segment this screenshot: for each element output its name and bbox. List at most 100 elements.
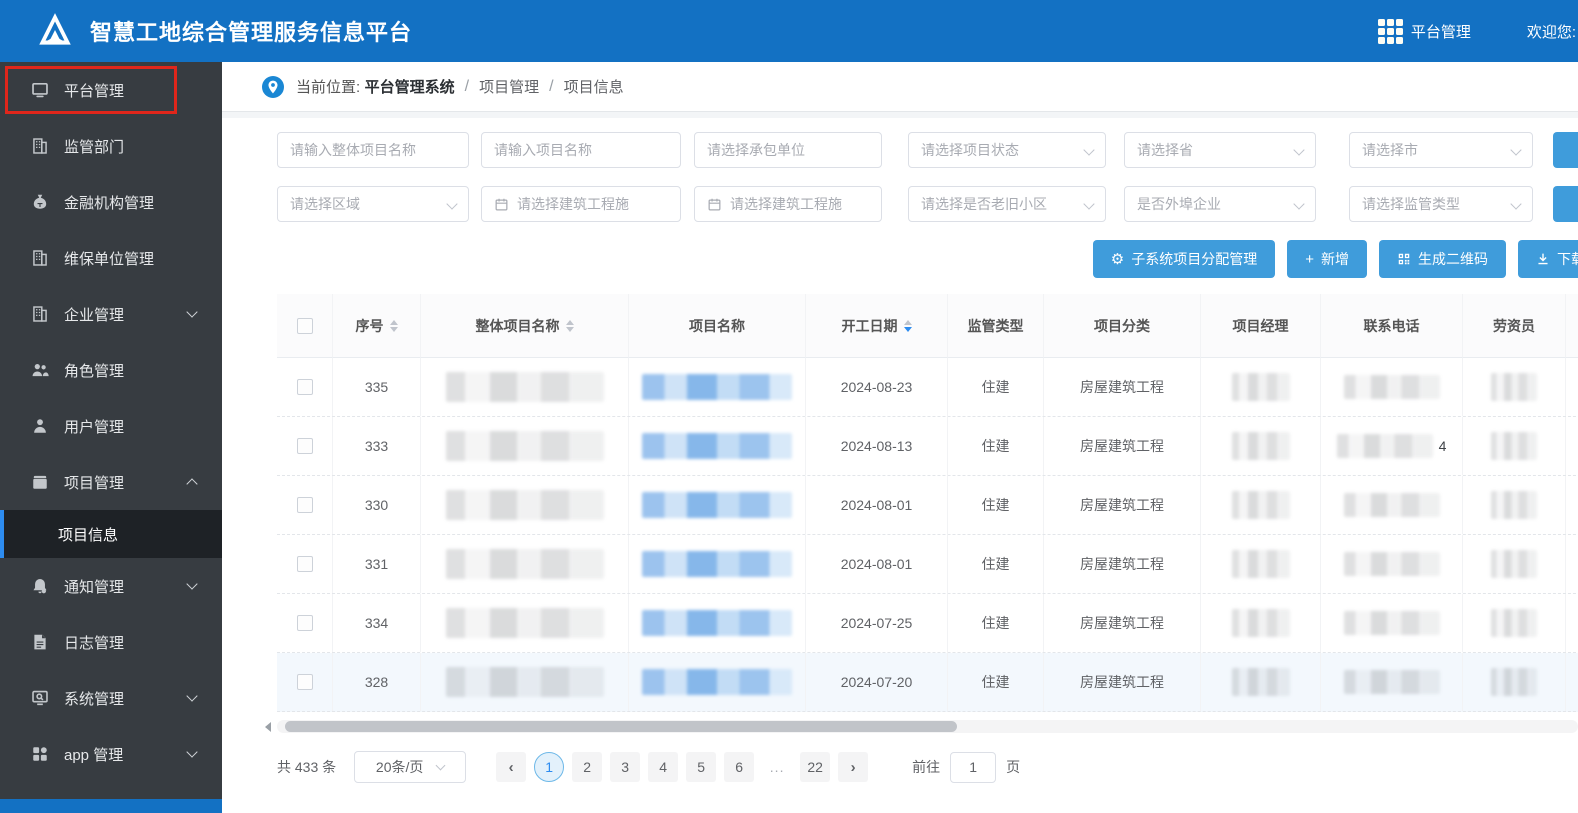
- cell-3-7: [1201, 535, 1321, 593]
- page-22-button[interactable]: 22: [800, 752, 831, 782]
- sidebar-item-label: 企业管理: [64, 306, 125, 324]
- goto-page-input[interactable]: [950, 751, 997, 783]
- category-cell: 房屋建筑工程: [1080, 438, 1164, 454]
- search-button[interactable]: [1553, 132, 1578, 168]
- sidebar-item-1[interactable]: 监管部门: [0, 118, 222, 174]
- cell-0-10: [1566, 358, 1578, 416]
- row-checkbox[interactable]: [296, 556, 313, 572]
- sidebar-bottom-strip: [0, 799, 222, 813]
- cell-1-3[interactable]: [629, 417, 806, 475]
- redacted-text: [1231, 609, 1290, 637]
- page-3-button[interactable]: 3: [610, 752, 641, 782]
- system-icon: [30, 688, 50, 708]
- header-nav-platform[interactable]: 平台管理: [1377, 18, 1471, 44]
- project-name-input[interactable]: [494, 142, 668, 158]
- contractor-select[interactable]: [707, 142, 869, 158]
- reset-button[interactable]: [1553, 186, 1578, 222]
- sidebar-subitem-7-0[interactable]: 项目信息: [0, 510, 222, 558]
- cell-4-7: [1201, 594, 1321, 652]
- cell-3-3[interactable]: [629, 535, 806, 593]
- sidebar-item-10[interactable]: 系统管理: [0, 670, 222, 726]
- scroll-left-arrow-icon[interactable]: [265, 722, 271, 732]
- page-2-button[interactable]: 2: [572, 752, 603, 782]
- city-select[interactable]: 请选择市: [1349, 132, 1533, 168]
- row-checkbox[interactable]: [296, 438, 313, 454]
- sort-icons[interactable]: [903, 319, 912, 332]
- category-cell: 房屋建筑工程: [1080, 379, 1164, 395]
- generate-qrcode-button[interactable]: 生成二维码: [1379, 240, 1506, 278]
- cell-0-3[interactable]: [629, 358, 806, 416]
- subsystem-assign-button[interactable]: ⚙ 子系统项目分配管理: [1092, 240, 1276, 278]
- sidebar-item-6[interactable]: 用户管理: [0, 398, 222, 454]
- sidebar-item-8[interactable]: 通知管理: [0, 558, 222, 614]
- column-header-2[interactable]: 整体项目名称: [421, 294, 629, 358]
- calendar-icon: [707, 197, 722, 212]
- sidebar-item-7[interactable]: 项目管理: [0, 454, 222, 510]
- page-5-button[interactable]: 5: [686, 752, 717, 782]
- sidebar-item-label: 通知管理: [64, 578, 125, 596]
- cell-4-9: [1463, 594, 1566, 652]
- start-date-picker[interactable]: 请选择建筑工程施: [481, 186, 681, 222]
- old-community-select[interactable]: 请选择是否老旧小区: [908, 186, 1106, 222]
- sidebar-item-9[interactable]: 日志管理: [0, 614, 222, 670]
- row-checkbox[interactable]: [296, 379, 313, 395]
- page-size-select[interactable]: 20条/页: [354, 751, 467, 783]
- add-button[interactable]: + 新增: [1287, 240, 1367, 278]
- breadcrumb-item-project-mgmt[interactable]: 项目管理: [479, 76, 539, 97]
- next-page-button[interactable]: ›: [838, 752, 869, 782]
- sort-icons[interactable]: [389, 319, 398, 332]
- horizontal-scrollbar[interactable]: [265, 720, 1578, 733]
- chevron-down-icon: [1510, 144, 1522, 156]
- district-select[interactable]: 请选择区域: [277, 186, 469, 222]
- column-header-1[interactable]: 序号: [333, 294, 421, 358]
- cell-2-2: [421, 476, 629, 534]
- log-icon: [30, 632, 50, 652]
- sidebar-item-11[interactable]: app 管理: [0, 726, 222, 782]
- page-4-button[interactable]: 4: [648, 752, 679, 782]
- redacted-text: [642, 433, 792, 459]
- cell-1-0: [277, 417, 333, 475]
- breadcrumb-item-project-info[interactable]: 项目信息: [564, 76, 624, 97]
- scrollbar-thumb[interactable]: [285, 721, 957, 732]
- cell-5-3[interactable]: [629, 653, 806, 711]
- row-checkbox[interactable]: [296, 497, 313, 513]
- sidebar-item-label: 维保单位管理: [64, 250, 155, 268]
- redacted-text: [1491, 668, 1537, 696]
- sidebar-item-2[interactable]: 金融机构管理: [0, 174, 222, 230]
- cell-2-3[interactable]: [629, 476, 806, 534]
- page-6-button[interactable]: 6: [724, 752, 755, 782]
- cell-4-3[interactable]: [629, 594, 806, 652]
- project-status-select[interactable]: 请选择项目状态: [908, 132, 1106, 168]
- select-all-checkbox[interactable]: [296, 317, 313, 334]
- sidebar-item-3[interactable]: 维保单位管理: [0, 230, 222, 286]
- project-name-input[interactable]: [481, 132, 681, 168]
- sort-icons[interactable]: [565, 319, 574, 332]
- apps-grid-icon: [1377, 18, 1403, 44]
- row-checkbox[interactable]: [296, 674, 313, 690]
- prev-page-button[interactable]: ‹: [496, 752, 527, 782]
- sidebar-item-5[interactable]: 角色管理: [0, 342, 222, 398]
- overall-project-name-input[interactable]: [290, 142, 456, 158]
- redacted-text: [1491, 432, 1537, 460]
- supervision-type-select[interactable]: 请选择监管类型: [1349, 186, 1533, 222]
- province-select[interactable]: 请选择省: [1124, 132, 1316, 168]
- column-header-4[interactable]: 开工日期: [806, 294, 948, 358]
- cell-4-5: 住建: [948, 594, 1044, 652]
- cell-3-1: 331: [333, 535, 421, 593]
- welcome-text: 欢迎您:: [1526, 23, 1576, 41]
- row-checkbox[interactable]: [296, 615, 313, 631]
- sidebar-item-4[interactable]: 企业管理: [0, 286, 222, 342]
- end-date-picker[interactable]: 请选择建筑工程施: [694, 186, 882, 222]
- breadcrumb-root[interactable]: 平台管理系统: [365, 76, 455, 97]
- cell-4-8: [1321, 594, 1463, 652]
- sidebar-item-0[interactable]: 平台管理: [0, 62, 222, 118]
- chevron-down-icon: [446, 198, 458, 210]
- projects-table: 序号整体项目名称项目名称开工日期监管类型项目分类项目经理联系电话劳资员联 335…: [277, 294, 1578, 712]
- cell-3-10: [1566, 535, 1578, 593]
- external-enterprise-select[interactable]: 是否外埠企业: [1124, 186, 1316, 222]
- contractor-select[interactable]: [694, 132, 882, 168]
- download-button[interactable]: 下载: [1518, 240, 1578, 278]
- cell-2-4: 2024-08-01: [806, 476, 948, 534]
- page-1-button[interactable]: 1: [534, 752, 565, 782]
- overall-project-name-input[interactable]: [277, 132, 469, 168]
